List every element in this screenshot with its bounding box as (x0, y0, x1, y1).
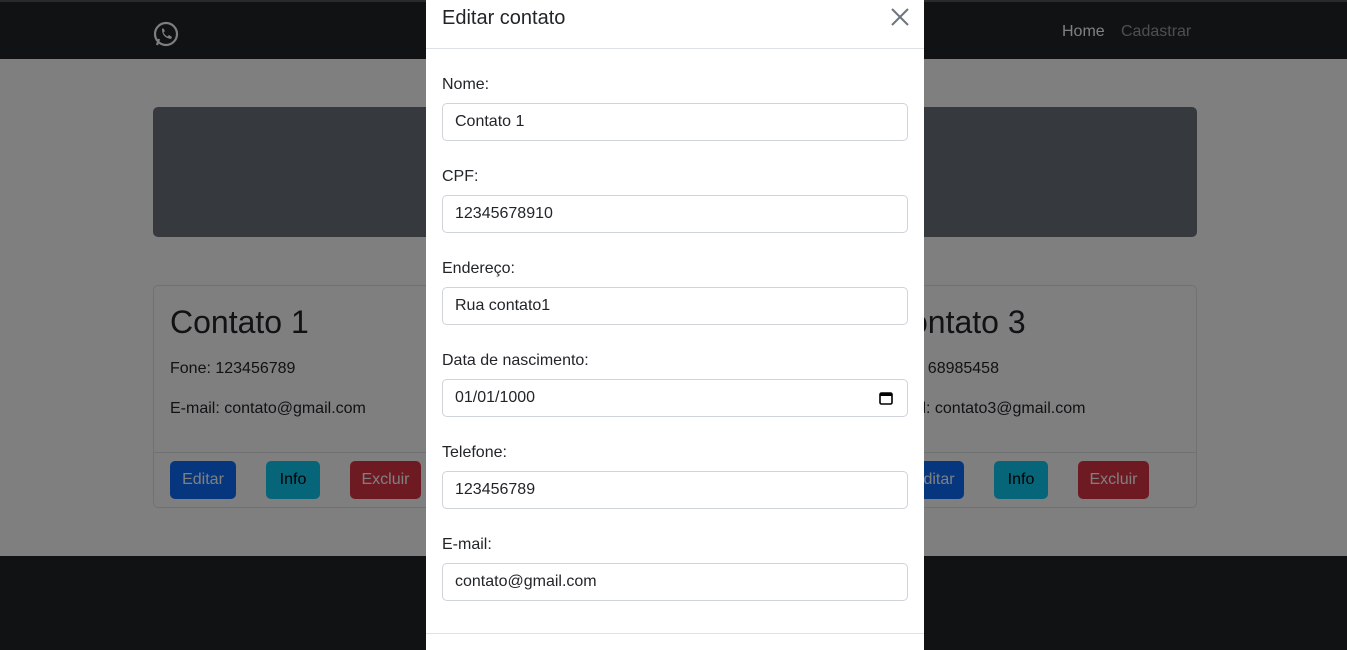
address-label: Endereço: (442, 260, 515, 277)
cpf-label: CPF: (442, 168, 479, 185)
phone-input[interactable]: 123456789 (442, 471, 908, 509)
email-label: E-mail: (442, 536, 492, 553)
modal-footer-divider (426, 633, 924, 634)
modal-header: Editar contato (426, 0, 924, 49)
address-input[interactable]: Rua contato1 (442, 287, 908, 325)
close-icon[interactable] (888, 5, 912, 29)
modal-title: Editar contato (442, 7, 566, 29)
name-input[interactable]: Contato 1 (442, 103, 908, 141)
phone-label: Telefone: (442, 444, 507, 461)
name-label: Nome: (442, 76, 490, 93)
cpf-input[interactable]: 12345678910 (442, 195, 908, 233)
edit-contact-modal: Editar contato Nome: Contato 1 CPF: 1234… (426, 0, 924, 650)
birthdate-input[interactable]: 01/01/1000 (442, 379, 908, 417)
calendar-icon[interactable] (879, 391, 893, 405)
birthdate-label: Data de nascimento: (442, 352, 589, 369)
birthdate-value: 01/01/1000 (455, 389, 536, 406)
email-input[interactable]: contato@gmail.com (442, 563, 908, 601)
